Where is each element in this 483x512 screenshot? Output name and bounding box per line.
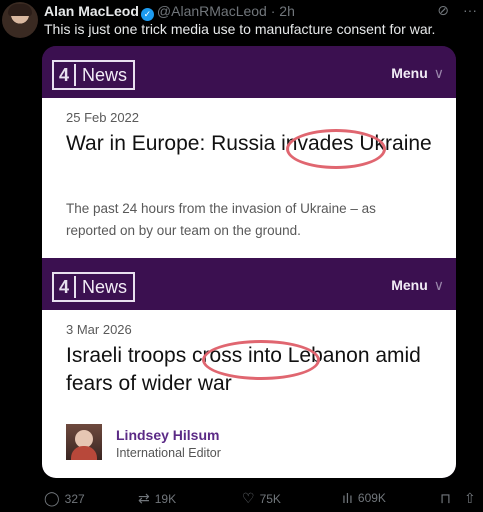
menu-button: Menu ∨ bbox=[391, 277, 444, 294]
reply-count: 327 bbox=[64, 491, 85, 506]
bookmark-button[interactable]: ⊓ bbox=[440, 490, 456, 507]
reply-button[interactable]: ◯ 327 bbox=[44, 490, 85, 507]
article-body: 25 Feb 2022 War in Europe: Russia invade… bbox=[42, 98, 456, 258]
retweet-button[interactable]: ⇄ 19K bbox=[138, 490, 176, 507]
retweet-count: 19K bbox=[154, 491, 177, 506]
article-author-role: International Editor bbox=[116, 446, 221, 460]
author-name[interactable]: Alan MacLeod bbox=[44, 3, 139, 19]
news-card-2: 4 News Menu ∨ 3 Mar 2026 Israeli troops c… bbox=[42, 258, 456, 478]
tweet-header: Alan MacLeod ✓ @AlanRMacLeod · 2h bbox=[44, 3, 443, 21]
reply-icon: ◯ bbox=[44, 490, 60, 506]
menu-label: Menu bbox=[391, 65, 428, 81]
article-date: 25 Feb 2022 bbox=[66, 110, 140, 125]
logo-text: News bbox=[82, 64, 128, 85]
article-standfirst: The past 24 hours from the invasion of U… bbox=[66, 201, 376, 238]
chevron-down-icon: ∨ bbox=[433, 65, 444, 81]
tweet-actions: ◯ 327 ⇄ 19K ♡ 75K ılı 609K ⊓ ⇧ bbox=[44, 490, 477, 508]
view-count: 609K bbox=[357, 491, 386, 505]
like-count: 75K bbox=[259, 491, 281, 506]
tweet-media[interactable]: 4 News Menu ∨ 25 Feb 2022 War in Europe: … bbox=[42, 46, 456, 478]
author-photo bbox=[66, 424, 102, 460]
menu-label: Menu bbox=[391, 277, 428, 293]
author-handle[interactable]: @AlanRMacLeod bbox=[157, 3, 267, 19]
share-icon: ⇧ bbox=[464, 490, 476, 506]
channel4-news-logo: 4 News bbox=[52, 60, 136, 90]
grok-icon[interactable]: ⊘ bbox=[437, 2, 449, 18]
views-button[interactable]: ılı 609K bbox=[342, 490, 386, 506]
news-header-bar: 4 News Menu ∨ bbox=[42, 258, 456, 310]
separator-dot: · bbox=[266, 3, 280, 19]
retweet-icon: ⇄ bbox=[138, 490, 150, 506]
views-icon: ılı bbox=[342, 490, 353, 506]
verified-badge-icon: ✓ bbox=[140, 8, 154, 21]
tweet-text: This is just one trick media use to manu… bbox=[44, 21, 436, 37]
logo-number: 4 bbox=[54, 276, 76, 298]
tweet-time[interactable]: 2h bbox=[279, 3, 295, 19]
article-body: 3 Mar 2026 Israeli troops cross into Leb… bbox=[42, 310, 456, 478]
news-header-bar: 4 News Menu ∨ bbox=[42, 46, 456, 98]
channel4-news-logo: 4 News bbox=[52, 272, 136, 302]
news-card-1: 4 News Menu ∨ 25 Feb 2022 War in Europe: … bbox=[42, 46, 456, 258]
more-icon[interactable]: ··· bbox=[463, 2, 477, 18]
highlight-circle bbox=[286, 129, 386, 169]
menu-button: Menu ∨ bbox=[391, 65, 444, 82]
article-date: 3 Mar 2026 bbox=[66, 322, 132, 337]
article-author-name: Lindsey Hilsum bbox=[116, 427, 220, 443]
logo-text: News bbox=[82, 276, 128, 297]
like-button[interactable]: ♡ 75K bbox=[242, 490, 281, 507]
logo-number: 4 bbox=[54, 64, 76, 86]
chevron-down-icon: ∨ bbox=[433, 277, 444, 293]
share-button[interactable]: ⇧ bbox=[464, 490, 481, 507]
highlight-circle bbox=[202, 340, 320, 380]
like-icon: ♡ bbox=[242, 490, 255, 506]
author-avatar[interactable] bbox=[2, 2, 38, 38]
bookmark-icon: ⊓ bbox=[440, 490, 451, 506]
tweet-top-icons: ⊘ ··· bbox=[423, 2, 477, 19]
